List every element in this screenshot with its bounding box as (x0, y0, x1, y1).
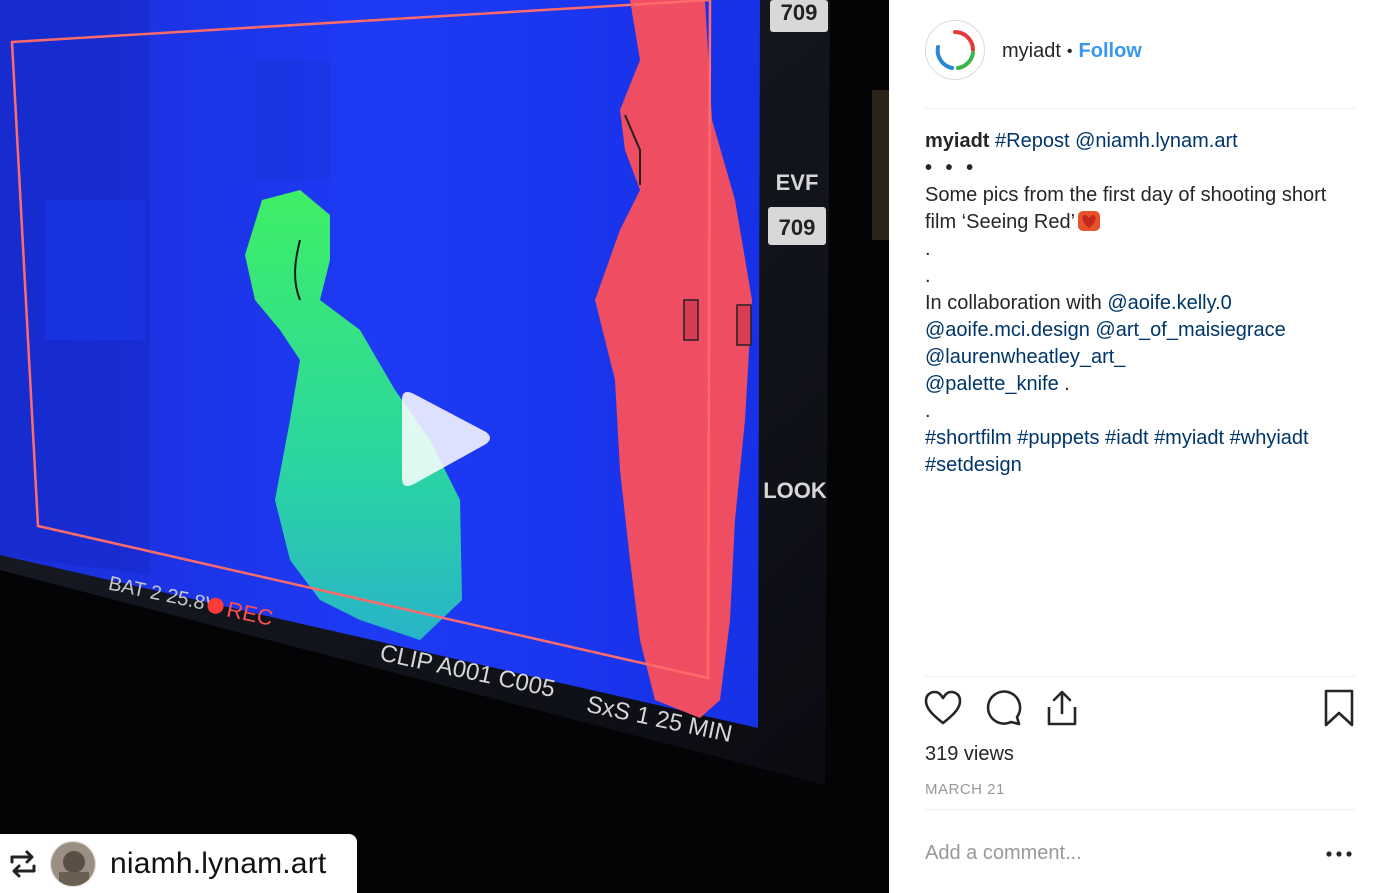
hashtag-shortfilm[interactable]: #shortfilm (925, 427, 1012, 449)
iadt-logo (935, 30, 975, 70)
comment-button[interactable] (983, 688, 1023, 728)
more-options-button[interactable] (1323, 842, 1355, 866)
caption-text-1: Some pics from the first day of shooting… (925, 184, 1327, 206)
share-button[interactable] (1042, 688, 1082, 728)
caption-dots: • • • (925, 157, 978, 179)
frame-top-label: 709 (781, 0, 818, 25)
mention-palette-knife[interactable]: @palette_knife (925, 373, 1059, 395)
caption-mention-suffix: . (1058, 373, 1070, 395)
comment-divider (925, 809, 1355, 810)
mention-laurenwheatley[interactable]: @laurenwheatley_art_ (925, 346, 1125, 368)
mention-maisiegrace[interactable]: @art_of_maisiegrace (1095, 319, 1285, 341)
post-header: myiadt • Follow (925, 20, 1355, 108)
repost-avatar (50, 840, 96, 887)
header-separator: • (1066, 42, 1073, 60)
hashtag-myiadt[interactable]: #myiadt (1154, 427, 1224, 449)
caption-period-2: . (925, 265, 931, 287)
view-count[interactable]: 319 views (925, 743, 1014, 766)
header-username[interactable]: myiadt (1002, 40, 1061, 63)
hashtag-puppets[interactable]: #puppets (1017, 427, 1099, 449)
post-video[interactable]: 709 EVF 709 LOOK BAT 2 25.8V REC CLIP A0… (0, 0, 889, 893)
red-heart-icon (1077, 209, 1101, 233)
mention-niamh[interactable]: @niamh.lynam.art (1075, 130, 1238, 152)
action-bar (923, 688, 1355, 732)
caption-period-1: . (925, 238, 931, 260)
comment-input[interactable] (925, 838, 1305, 868)
avatar[interactable] (925, 20, 985, 80)
play-button[interactable] (392, 388, 496, 492)
post-sidebar: myiadt • Follow myiadt #Repost @niamh.ly… (889, 0, 1383, 893)
repost-icon (6, 847, 40, 881)
header-divider (925, 108, 1355, 109)
like-button[interactable] (923, 688, 963, 728)
heart-icon (924, 690, 962, 725)
play-icon (402, 392, 490, 486)
caption-collab-text: In collaboration with (925, 292, 1102, 314)
more-options-icon (1326, 851, 1352, 857)
caption-username[interactable]: myiadt (925, 130, 989, 152)
save-button[interactable] (1319, 688, 1359, 728)
comment-icon (986, 690, 1022, 726)
post-date[interactable]: MARCH 21 (925, 781, 1005, 798)
caption-period-3: . (925, 400, 931, 422)
follow-button[interactable]: Follow (1079, 40, 1142, 63)
bookmark-icon (1324, 689, 1354, 727)
hashtag-iadt[interactable]: #iadt (1105, 427, 1148, 449)
hashtag-whyiadt[interactable]: #whyiadt (1230, 427, 1309, 449)
mention-aoife-mci[interactable]: @aoife.mci.design (925, 319, 1090, 341)
mention-aoife-kelly[interactable]: @aoife.kelly.0 (1107, 292, 1231, 314)
post-caption: myiadt #Repost @niamh.lynam.art • • • So… (925, 128, 1355, 479)
evf-value: 709 (779, 215, 816, 240)
share-icon (1047, 690, 1077, 726)
look-label: LOOK (763, 478, 827, 503)
actions-divider (925, 676, 1355, 677)
repost-username: niamh.lynam.art (110, 846, 327, 880)
hashtag-repost[interactable]: #Repost (995, 130, 1070, 152)
evf-label: EVF (776, 170, 819, 195)
repost-tag: niamh.lynam.art (0, 834, 357, 893)
hashtag-setdesign[interactable]: #setdesign (925, 454, 1022, 476)
caption-text-2: film ‘Seeing Red’ (925, 211, 1076, 233)
